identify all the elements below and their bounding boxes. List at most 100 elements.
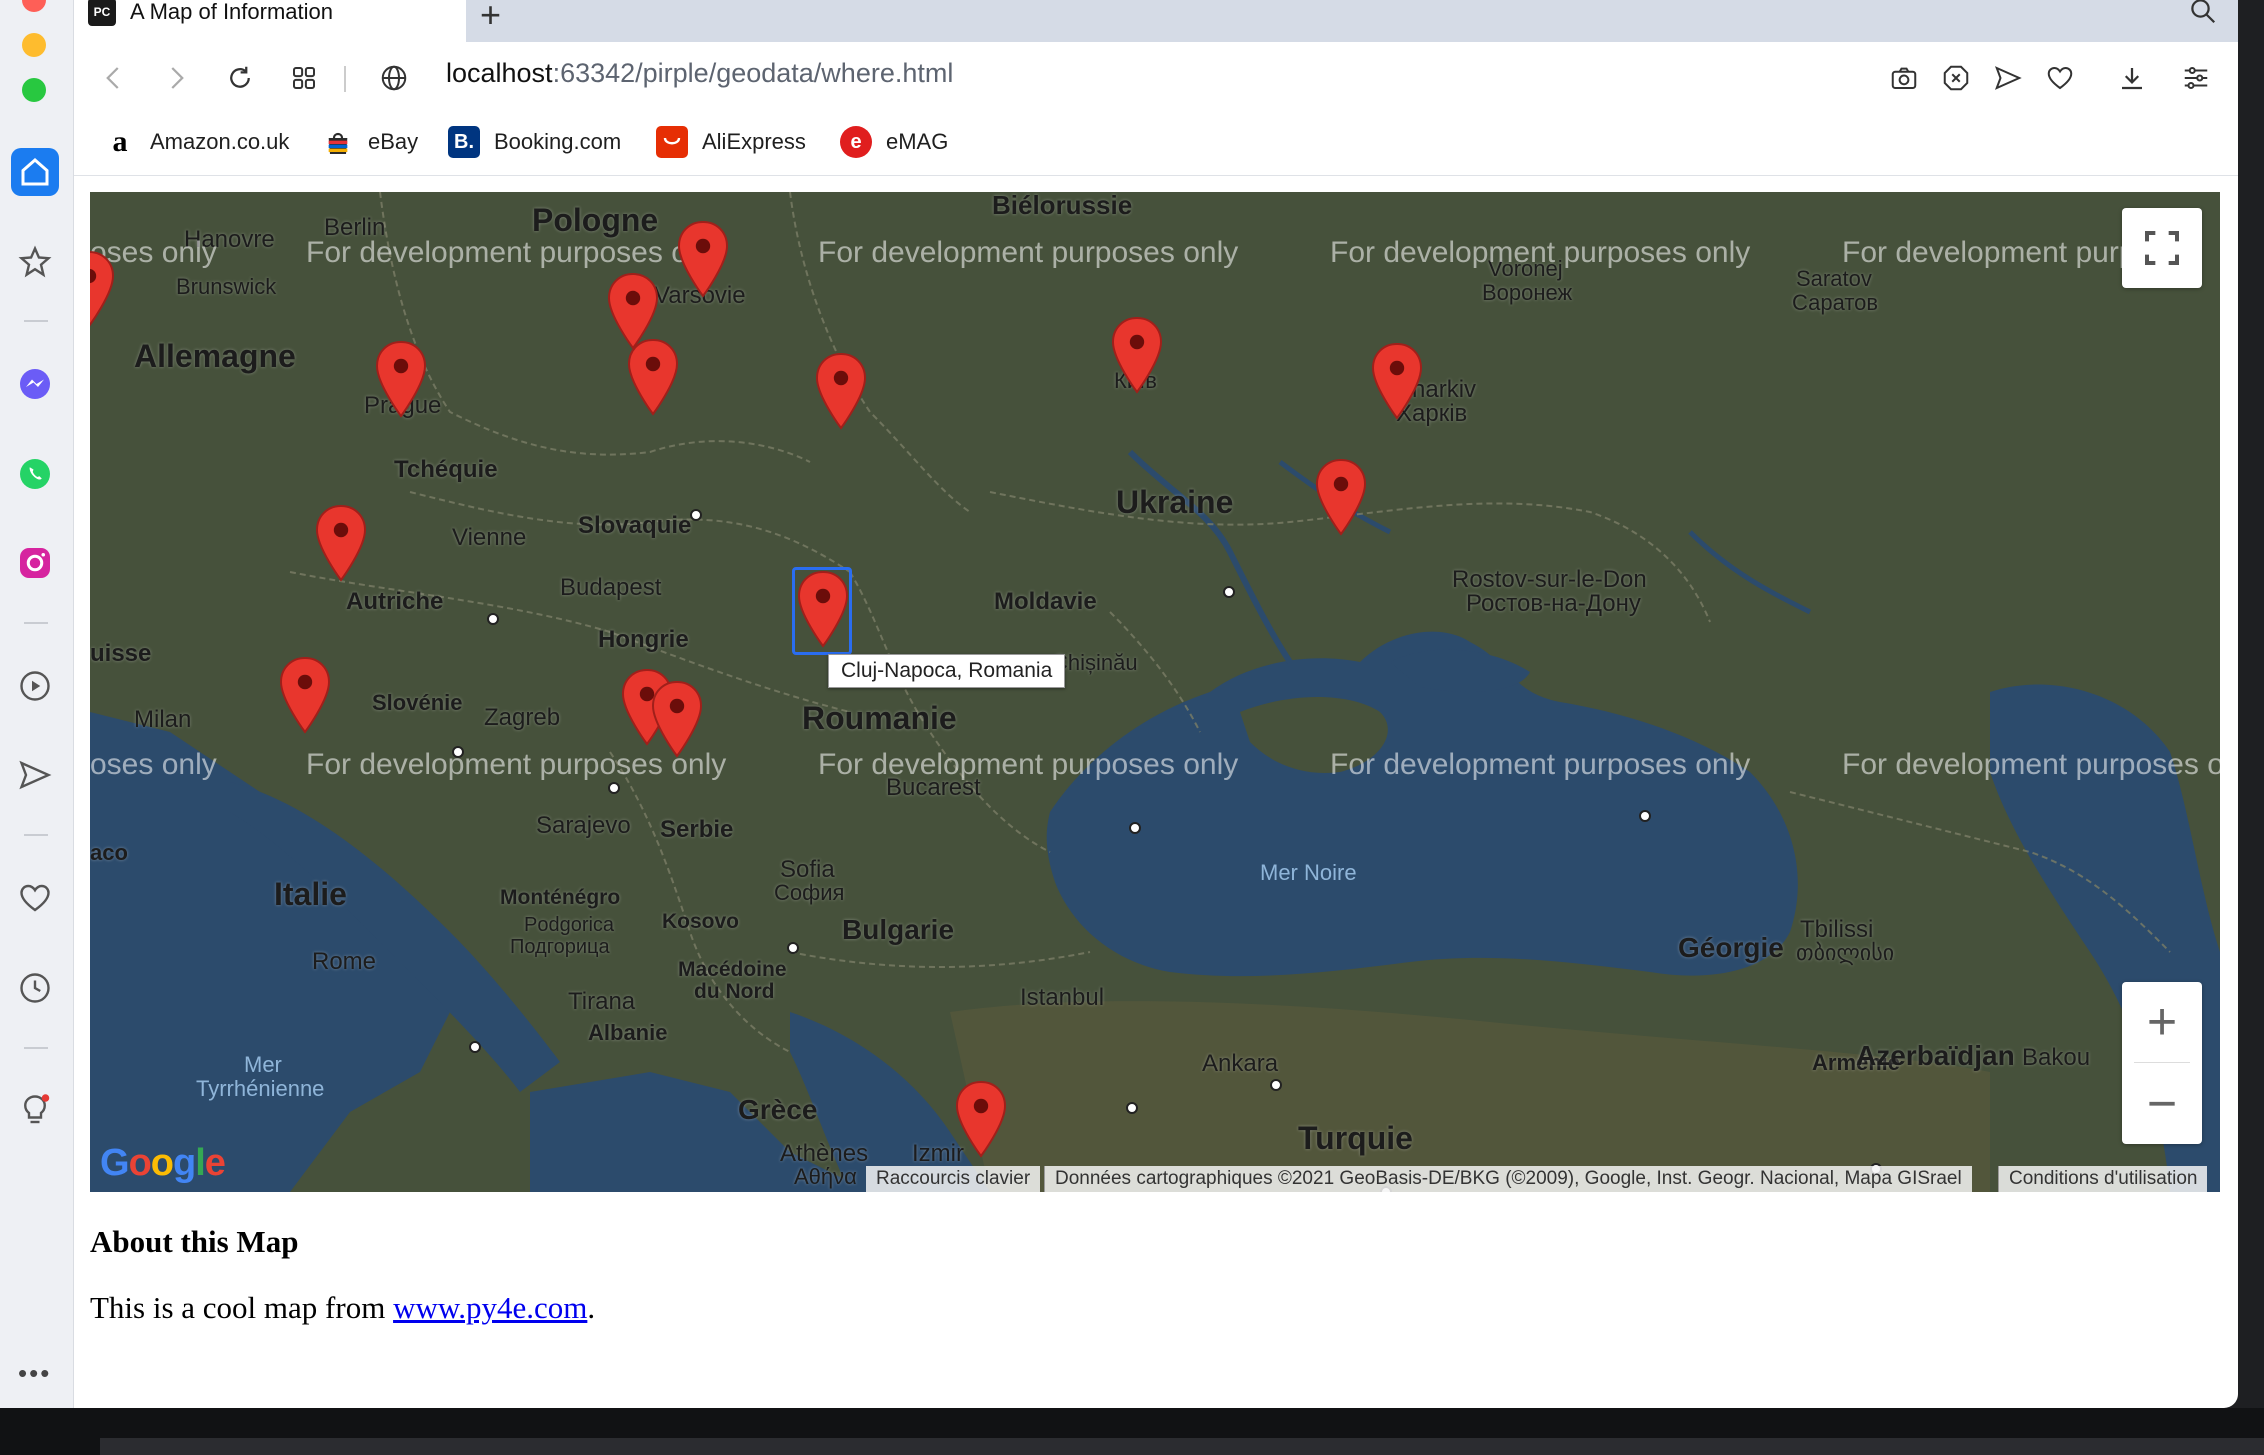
aliexpress-icon — [656, 126, 688, 158]
history-icon[interactable] — [11, 964, 59, 1012]
back-icon[interactable] — [96, 60, 132, 96]
dev-watermark: oses only — [90, 748, 217, 781]
fullscreen-icon — [2145, 231, 2179, 265]
map-marker-icon[interactable] — [314, 504, 368, 582]
camera-icon[interactable] — [1886, 60, 1922, 96]
map-marker-icon[interactable] — [954, 1080, 1008, 1158]
map-label: Istanbul — [1020, 984, 1105, 1011]
bookmark-amazon[interactable]: a Amazon.co.uk — [104, 124, 290, 160]
messenger-icon[interactable] — [11, 360, 59, 408]
url-host: localhost — [446, 58, 553, 88]
bookmark-booking[interactable]: B. Booking.com — [448, 124, 621, 160]
bookmark-ebay[interactable]: eBay — [322, 124, 418, 160]
amazon-icon: a — [112, 125, 128, 158]
keyboard-shortcuts-link[interactable]: Raccourcis clavier — [866, 1166, 1041, 1192]
bookmark-aliexpress[interactable]: AliExpress — [656, 124, 806, 160]
maximize-window-button[interactable] — [22, 78, 46, 102]
map-marker-icon[interactable] — [374, 340, 428, 418]
google-logo[interactable]: Google — [100, 1142, 226, 1185]
close-window-button[interactable] — [22, 0, 46, 12]
sidebar-separator — [24, 1047, 48, 1049]
map-marker-icon[interactable] — [1370, 342, 1424, 420]
heart-icon[interactable] — [2042, 60, 2078, 96]
map-label: Albanie — [588, 1020, 668, 1045]
py4e-link[interactable]: www.py4e.com — [393, 1290, 587, 1325]
minimize-window-button[interactable] — [22, 33, 46, 57]
map-label: Grèce — [738, 1094, 818, 1125]
map-marker-icon[interactable] — [278, 656, 332, 734]
browser-window: ••• PC A Map of Information + localhost:… — [0, 0, 2238, 1408]
map-label: Milan — [134, 706, 192, 733]
marker-tooltip: Cluj-Napoca, Romania — [828, 654, 1066, 688]
bookmark-label: AliExpress — [702, 129, 806, 154]
selected-marker-outline[interactable] — [792, 567, 852, 655]
map-label: Sarajevo — [536, 812, 631, 839]
fullscreen-button[interactable] — [2122, 208, 2202, 288]
tab-active[interactable]: PC A Map of Information — [74, 0, 466, 42]
map-label: Biélorussie — [992, 192, 1133, 220]
tab-title: A Map of Information — [130, 0, 333, 24]
player-icon[interactable] — [11, 662, 59, 710]
map-marker-icon[interactable] — [676, 220, 730, 298]
tab-search-icon[interactable] — [2188, 0, 2218, 31]
zoom-out-button[interactable]: − — [2122, 1064, 2202, 1144]
map-label: Αθήνα — [794, 1164, 857, 1189]
globe-icon[interactable] — [376, 60, 412, 96]
bookmark-emag[interactable]: e eMAG — [840, 124, 948, 160]
instagram-icon[interactable] — [11, 539, 59, 587]
sidebar-separator — [24, 320, 48, 322]
booking-icon: B. — [448, 126, 480, 158]
map-label: თბილისი — [1796, 940, 1895, 965]
map-label: Géorgie — [1678, 932, 1784, 963]
map-marker-icon[interactable] — [650, 680, 704, 758]
map-label: Macédoine — [678, 958, 787, 981]
map-label: Bulgarie — [842, 914, 955, 945]
map-label: Allemagne — [134, 338, 296, 374]
send-icon[interactable] — [1990, 60, 2026, 96]
map-label: Tchéquie — [394, 456, 498, 483]
reload-icon[interactable] — [222, 60, 258, 96]
lightbulb-icon[interactable] — [11, 1086, 59, 1134]
map-label: Italie — [274, 876, 347, 912]
forward-icon[interactable] — [158, 60, 194, 96]
address-bar: localhost:63342/pirple/geodata/where.htm… — [74, 42, 2238, 112]
google-map[interactable]: Pologne Biélorussie Hanovre Berlin Bruns… — [90, 192, 2220, 1192]
whatsapp-icon[interactable] — [11, 450, 59, 498]
bookmark-label: eMAG — [886, 129, 949, 154]
dev-watermark: For development purposes o — [1842, 748, 2220, 781]
map-marker-icon[interactable] — [90, 250, 116, 328]
adblock-icon[interactable] — [1938, 60, 1974, 96]
url-field[interactable]: localhost:63342/pirple/geodata/where.htm… — [446, 58, 953, 89]
home-icon[interactable] — [11, 148, 59, 196]
zoom-in-button[interactable]: + — [2122, 982, 2202, 1062]
map-label: Moldavie — [994, 588, 1097, 615]
map-marker-icon[interactable] — [814, 352, 868, 430]
map-label: Turquie — [1298, 1120, 1413, 1156]
bookmarks-bar: a Amazon.co.uk eBay B. Booking.com AliEx… — [74, 112, 2238, 176]
map-label: Roumanie — [802, 700, 957, 736]
map-marker-icon[interactable] — [1314, 458, 1368, 536]
dev-watermark: For development purposes only — [818, 748, 1239, 781]
easy-setup-icon[interactable] — [2178, 60, 2214, 96]
map-label: Zagreb — [484, 704, 561, 731]
paragraph-end: . — [587, 1290, 596, 1325]
zoom-separator — [2134, 1062, 2190, 1063]
map-label: Tyrrhénienne — [196, 1076, 325, 1101]
more-options-icon[interactable]: ••• — [18, 1358, 51, 1389]
map-label: Monténégro — [500, 886, 621, 909]
star-icon[interactable] — [11, 238, 59, 286]
ebay-icon — [322, 126, 354, 158]
map-label: Pologne — [532, 202, 659, 238]
tiles-icon[interactable] — [286, 60, 322, 96]
map-marker-icon[interactable] — [626, 338, 680, 416]
map-label: Mer — [244, 1052, 282, 1077]
send-icon[interactable] — [11, 751, 59, 799]
terms-link[interactable]: Conditions d'utilisation — [1998, 1166, 2208, 1192]
page-paragraph: This is a cool map from www.py4e.com. — [90, 1290, 595, 1326]
map-label: Подгорица — [510, 936, 610, 958]
browser-sidebar: ••• — [0, 0, 74, 1408]
map-marker-icon[interactable] — [1110, 316, 1164, 394]
download-icon[interactable] — [2114, 60, 2150, 96]
heart-icon[interactable] — [11, 874, 59, 922]
new-tab-button[interactable]: + — [480, 0, 501, 36]
